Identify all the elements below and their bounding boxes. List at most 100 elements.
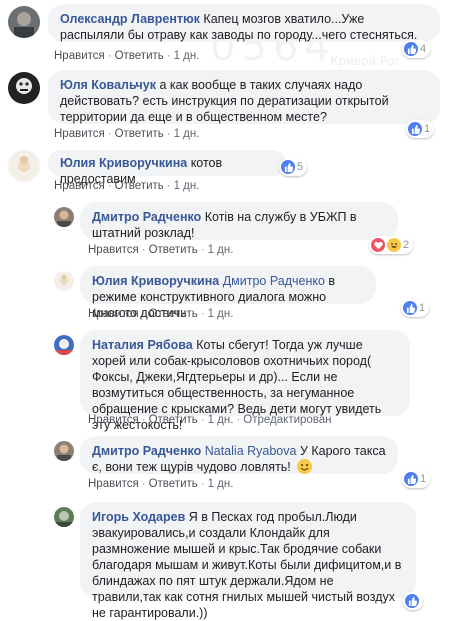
avatar[interactable] (54, 207, 74, 227)
reply-link[interactable]: Ответить (149, 478, 198, 490)
comment-author[interactable]: Юля Ковальчук (60, 78, 156, 92)
avatar-photo-icon (54, 441, 74, 461)
avatar-photo-icon (8, 72, 40, 104)
reply-bubble: Наталия Рябова Коты сбегут! Тогда уж луч… (80, 330, 410, 432)
smile-emoji-icon (297, 459, 313, 474)
like-reaction-icon (408, 122, 422, 136)
separator: · (200, 308, 205, 320)
reactions-badge[interactable]: 1 (406, 120, 435, 138)
separator: · (141, 478, 146, 490)
comment-actions: Нравится · Ответить · 1 дн. · Отредактирован (88, 414, 332, 426)
haha-reaction-icon (387, 238, 401, 252)
comment-actions: Нравится · Ответить · 1 дн. (54, 128, 199, 140)
reply-link[interactable]: Ответить (149, 244, 198, 256)
comment-author[interactable]: Наталия Рябова (92, 338, 193, 352)
like-link[interactable]: Нравится (88, 414, 139, 426)
comment-text: Я в Песках год пробыл.Люди эвакуировалис… (92, 510, 402, 620)
reactions-badge[interactable]: 2 (369, 236, 414, 254)
like-reaction-icon (405, 594, 419, 608)
avatar-photo-icon (54, 335, 74, 355)
separator: · (141, 414, 146, 426)
avatar[interactable] (54, 271, 74, 291)
separator: · (166, 180, 171, 192)
like-reaction-icon (404, 472, 418, 486)
separator: · (141, 308, 146, 320)
avatar-photo-icon (54, 271, 74, 291)
comment-bubble: Олександр Лаврентюк Капец мозгов хватило… (48, 4, 440, 42)
like-link[interactable]: Нравится (54, 128, 105, 140)
reactions-count: 1 (419, 302, 426, 314)
reply-link[interactable]: Ответить (115, 180, 164, 192)
comment-actions: Нравится · Ответить · 1 дн. (88, 478, 233, 490)
comment-author[interactable]: Дмитро Радченко (92, 210, 201, 224)
mention-link[interactable]: Дмитро Радченко (223, 274, 325, 288)
reactions-badge[interactable]: 1 (401, 299, 430, 317)
reactions-count: 2 (403, 239, 410, 251)
reactions-badge[interactable]: 1 (402, 470, 431, 488)
separator: · (166, 128, 171, 140)
avatar[interactable] (54, 441, 74, 461)
comment-time[interactable]: 1 дн. (208, 478, 234, 490)
comment-time[interactable]: 1 дн. (174, 128, 200, 140)
avatar-photo-icon (54, 507, 74, 527)
reactions-badge[interactable] (403, 592, 423, 610)
avatar-photo-icon (54, 207, 74, 227)
avatar[interactable] (8, 6, 40, 38)
reactions-count: 1 (424, 123, 431, 135)
comment-author[interactable]: Олександр Лаврентюк (60, 12, 200, 26)
separator: · (200, 244, 205, 256)
mention-link[interactable]: Natalia Ryabova (205, 444, 297, 458)
like-link[interactable]: Нравится (54, 50, 105, 62)
like-link[interactable]: Нравится (88, 308, 139, 320)
comment-actions: Нравится · Ответить · 1 дн. (88, 244, 233, 256)
reactions-count: 5 (297, 161, 304, 173)
avatar[interactable] (54, 335, 74, 355)
comment-actions: Нравится · Ответить · 1 дн. (54, 180, 199, 192)
edited-label[interactable]: Отредактирован (243, 414, 331, 426)
comment-time[interactable]: 1 дн. (174, 180, 200, 192)
comment-author[interactable]: Дмитро Радченко (92, 444, 201, 458)
avatar[interactable] (8, 150, 40, 182)
reactions-count: 4 (420, 43, 427, 55)
comment-author[interactable]: Юлия Криворучкина (60, 156, 187, 170)
avatar-photo-icon (8, 150, 40, 182)
reply-bubble: Дмитро Радченко Котів на службу в УБЖП в… (80, 202, 398, 240)
like-link[interactable]: Нравится (54, 180, 105, 192)
separator: · (107, 50, 112, 62)
separator: · (107, 180, 112, 192)
reply-link[interactable]: Ответить (149, 414, 198, 426)
separator: · (236, 414, 241, 426)
comment-bubble: Юля Ковальчук а как вообще в таких случа… (48, 70, 440, 124)
comment-actions: Нравится · Ответить · 1 дн. (88, 308, 233, 320)
comment-time[interactable]: 1 дн. (174, 50, 200, 62)
comment-time[interactable]: 1 дн. (208, 308, 234, 320)
comment-bubble: Юлия Криворучкина котов предоставим (48, 150, 286, 186)
avatar-photo-icon (8, 6, 40, 38)
reply-bubble: Игорь Ходарев Я в Песках год пробыл.Люди… (80, 502, 416, 620)
separator: · (166, 50, 171, 62)
watermark-subtitle: Кривой Рог (330, 54, 401, 68)
separator: · (200, 414, 205, 426)
comment-actions: Нравится · Ответить · 1 дн. (54, 50, 199, 62)
reactions-badge[interactable]: 4 (402, 40, 431, 58)
reactions-badge[interactable]: 5 (279, 158, 308, 176)
avatar[interactable] (8, 72, 40, 104)
comment-author[interactable]: Игорь Ходарев (92, 510, 185, 524)
comment-time[interactable]: 1 дн. (208, 414, 234, 426)
reactions-count: 1 (420, 473, 427, 485)
separator: · (107, 128, 112, 140)
separator: · (200, 478, 205, 490)
reply-link[interactable]: Ответить (115, 50, 164, 62)
comment-author[interactable]: Юлия Криворучкина (92, 274, 219, 288)
reply-link[interactable]: Ответить (149, 308, 198, 320)
love-reaction-icon (371, 238, 385, 252)
like-reaction-icon (404, 42, 418, 56)
reply-bubble: Юлия Криворучкина Дмитро Радченко в режи… (80, 266, 376, 320)
reply-link[interactable]: Ответить (115, 128, 164, 140)
like-link[interactable]: Нравится (88, 478, 139, 490)
like-link[interactable]: Нравится (88, 244, 139, 256)
avatar[interactable] (54, 507, 74, 527)
separator: · (141, 244, 146, 256)
like-reaction-icon (403, 301, 417, 315)
comment-time[interactable]: 1 дн. (208, 244, 234, 256)
